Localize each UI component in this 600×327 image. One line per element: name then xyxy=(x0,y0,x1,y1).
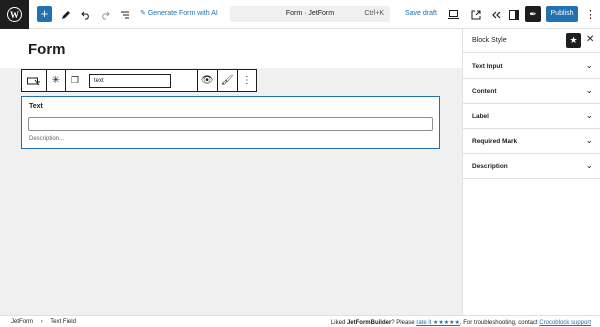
sidebar-toggle-icon[interactable] xyxy=(506,7,521,22)
styles-pen-button[interactable]: ✒ xyxy=(525,6,541,22)
editor-topbar: W + ✎ Generate Form with AI Form · JetFo… xyxy=(0,0,600,29)
view-post-icon[interactable] xyxy=(468,7,483,22)
panel-content[interactable]: Content ⌄ xyxy=(463,79,600,104)
close-icon[interactable]: ✕ xyxy=(586,34,594,45)
page-title[interactable]: Form xyxy=(28,41,66,58)
copy-icon[interactable]: ❐ xyxy=(71,75,79,86)
panel-label: Text Input xyxy=(472,63,503,70)
pencil-icon[interactable] xyxy=(58,7,73,22)
breadcrumb-separator: › xyxy=(40,319,43,325)
add-block-button[interactable]: + xyxy=(37,6,52,22)
footer-brand: JetFormBuilder xyxy=(346,320,392,326)
undo-icon[interactable] xyxy=(78,7,93,22)
panel-label[interactable]: Label ⌄ xyxy=(463,104,600,129)
sparkle-icon[interactable]: ✳ xyxy=(47,70,66,91)
redo-icon[interactable] xyxy=(97,7,112,22)
panel-label: Content xyxy=(472,88,497,95)
support-link[interactable]: Crocoblock support xyxy=(539,320,591,326)
panel-label: Label xyxy=(472,113,489,120)
chevron-down-icon: ⌄ xyxy=(585,135,593,145)
star-icon[interactable]: ★ xyxy=(566,33,581,48)
generate-form-ai-button[interactable]: ✎ Generate Form with AI xyxy=(140,9,218,17)
editor-footer: JetForm › Text Field Liked JetFormBuilde… xyxy=(0,315,600,327)
settings-sidebar: Block Style ★ ✕ Text Input ⌄ Content ⌄ L… xyxy=(462,29,600,315)
canvas-header: Form xyxy=(0,29,462,68)
field-name-input[interactable]: text xyxy=(88,73,171,88)
breadcrumb: JetForm › Text Field xyxy=(11,319,76,325)
sidebar-title: Block Style xyxy=(472,37,507,44)
text-input-preview[interactable] xyxy=(28,117,433,131)
command-palette-bar[interactable]: Form · JetForm Ctrl+K xyxy=(230,6,390,22)
footer-text: Liked xyxy=(330,320,347,326)
pen-icon: ✒ xyxy=(529,9,537,19)
field-description[interactable]: Description... xyxy=(29,136,64,142)
panel-label: Required Mark xyxy=(472,138,518,145)
document-overview-icon[interactable] xyxy=(117,7,132,22)
panel-required-mark[interactable]: Required Mark ⌄ xyxy=(463,129,600,154)
chevron-down-icon: ⌄ xyxy=(585,160,593,170)
footer-text: ? Please xyxy=(391,320,417,326)
shortcut-hint: Ctrl+K xyxy=(364,10,384,17)
breadcrumb-root[interactable]: JetForm xyxy=(11,319,33,325)
style-brush-icon[interactable]: 🖌 xyxy=(218,70,238,91)
text-field-block[interactable]: Text Description... xyxy=(21,96,440,149)
chevron-down-icon: ⌄ xyxy=(585,85,593,95)
wordpress-logo-button[interactable]: W xyxy=(0,0,29,29)
publish-button[interactable]: Publish xyxy=(546,6,578,22)
chevron-down-icon: ⌄ xyxy=(585,110,593,120)
collapse-chevrons-icon[interactable] xyxy=(488,7,503,22)
block-type-icon[interactable] xyxy=(22,70,47,91)
magic-wand-icon: ✎ xyxy=(140,10,148,17)
rate-it-link[interactable]: rate it ★★★★★ xyxy=(416,320,460,326)
visibility-eye-icon[interactable]: 👁 xyxy=(198,70,218,91)
field-name-group: ❐ text xyxy=(66,70,198,91)
breadcrumb-current[interactable]: Text Field xyxy=(50,319,76,325)
options-more-icon[interactable]: ⋮ xyxy=(583,7,598,22)
panel-description[interactable]: Description ⌄ xyxy=(463,154,600,179)
panel-text-input[interactable]: Text Input ⌄ xyxy=(463,54,600,79)
save-draft-button[interactable]: Save draft xyxy=(405,10,437,17)
field-label[interactable]: Text xyxy=(29,103,43,110)
footer-message: Liked JetFormBuilder? Please rate it ★★★… xyxy=(331,319,591,326)
wordpress-icon: W xyxy=(7,7,22,22)
panel-label: Description xyxy=(472,163,508,170)
block-toolbar: ✳ ❐ text 👁 🖌 ⋮ xyxy=(21,69,257,92)
footer-text: . For troubleshooting, contact xyxy=(459,320,540,326)
block-options-icon[interactable]: ⋮ xyxy=(238,70,256,91)
preview-device-icon[interactable] xyxy=(446,7,461,22)
sidebar-header: Block Style ★ ✕ xyxy=(463,29,600,53)
chevron-down-icon: ⌄ xyxy=(585,60,593,70)
